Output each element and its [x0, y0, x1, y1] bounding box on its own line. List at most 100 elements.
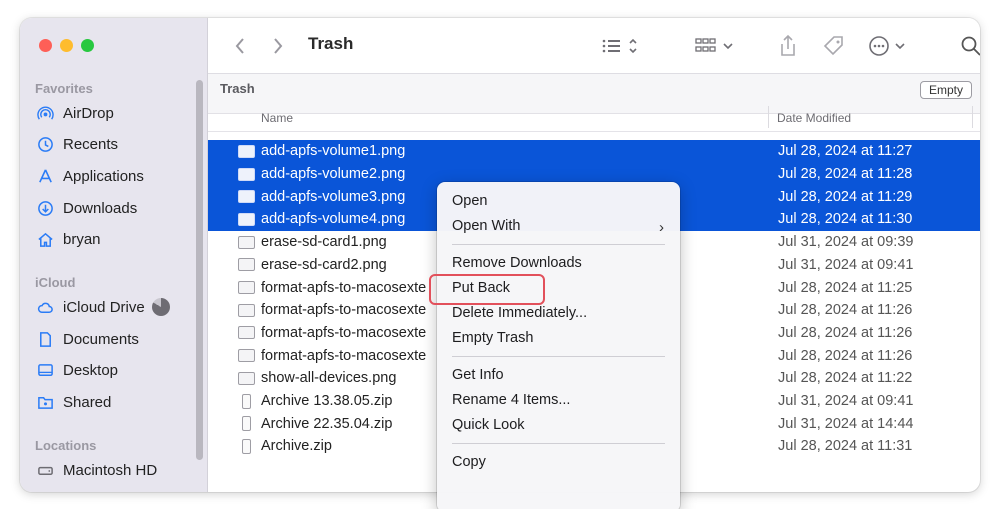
sidebar-item-desktop[interactable]: Desktop: [35, 358, 118, 382]
menu-separator: [452, 443, 665, 444]
context-menu: Open Open With › Remove Downloads Put Ba…: [437, 182, 680, 509]
sidebar-item-macintosh-hd[interactable]: Macintosh HD: [35, 458, 157, 482]
sidebar-item-label: Applications: [63, 167, 144, 185]
sidebar-item-documents[interactable]: Documents: [35, 327, 139, 351]
sidebar-item-applications[interactable]: Applications: [35, 164, 144, 188]
zoom-window-button[interactable]: [81, 39, 94, 52]
sidebar-item-label: Shared: [63, 393, 112, 411]
column-divider[interactable]: [972, 106, 973, 128]
file-name: format-apfs-to-macosexte: [261, 324, 427, 341]
file-date: Jul 28, 2024 at 11:26: [778, 324, 913, 341]
zip-file-icon: [242, 416, 251, 432]
disk-icon: [35, 461, 55, 479]
menu-item-open-with[interactable]: Open With: [452, 218, 521, 234]
image-file-icon: [238, 349, 255, 363]
menu-item-copy[interactable]: Copy: [452, 454, 486, 470]
sidebar-item-label: AirDrop: [63, 104, 114, 122]
window-title: Trash: [308, 34, 354, 53]
zip-file-icon: [242, 393, 251, 409]
tag-icon: [823, 36, 843, 56]
sidebar-section-icloud: iCloud: [35, 275, 76, 290]
action-menu-button[interactable]: [868, 34, 910, 58]
grid-icon: [695, 38, 733, 52]
image-file-icon: [238, 235, 255, 249]
sidebar-item-label: iCloud Drive: [63, 298, 145, 316]
file-date: Jul 31, 2024 at 09:41: [778, 393, 914, 410]
sidebar-item-label: Recents: [63, 135, 119, 153]
sidebar-scrollbar[interactable]: [196, 80, 203, 460]
file-row[interactable]: add-apfs-volume1.png Jul 28, 2024 at 11:…: [208, 140, 980, 163]
view-options-button[interactable]: [601, 34, 643, 58]
download-icon: [35, 199, 55, 217]
file-name: format-apfs-to-macosexte: [261, 279, 427, 296]
close-window-button[interactable]: [39, 39, 52, 52]
put-back-highlight: [429, 274, 545, 305]
menu-item-delete-immediately[interactable]: Delete Immediately...: [452, 305, 587, 321]
image-file-icon: [238, 212, 255, 226]
file-name: erase-sd-card1.png: [261, 234, 387, 251]
file-name: show-all-devices.png: [261, 370, 397, 387]
file-date: Jul 28, 2024 at 11:26: [778, 347, 913, 364]
header-divider: [208, 131, 980, 132]
forward-button[interactable]: [272, 34, 284, 58]
sidebar: Favorites AirDrop Recents Applications D…: [20, 18, 208, 492]
location-label: Trash: [220, 81, 255, 96]
image-file-icon: [238, 303, 255, 317]
menu-item-rename[interactable]: Rename 4 Items...: [452, 392, 570, 408]
file-name: erase-sd-card2.png: [261, 256, 387, 273]
file-name: Archive 22.35.04.zip: [261, 415, 393, 432]
document-icon: [35, 330, 55, 348]
tags-button[interactable]: [822, 34, 846, 58]
menu-item-get-info[interactable]: Get Info: [452, 367, 504, 383]
more-icon: [869, 36, 905, 56]
sidebar-item-label: bryan: [63, 230, 101, 248]
sidebar-item-label: Desktop: [63, 361, 119, 379]
applications-icon: [35, 167, 55, 185]
sidebar-item-recents[interactable]: Recents: [35, 132, 118, 156]
sidebar-item-icloud-drive[interactable]: iCloud Drive: [35, 295, 145, 319]
file-date: Jul 31, 2024 at 09:39: [778, 234, 914, 251]
search-button[interactable]: [960, 34, 980, 58]
column-header-date[interactable]: Date Modified: [777, 111, 851, 125]
sidebar-item-shared[interactable]: Shared: [35, 390, 111, 414]
back-button[interactable]: [234, 34, 246, 58]
menu-item-open[interactable]: Open: [452, 193, 487, 209]
file-date: Jul 28, 2024 at 11:27: [778, 143, 913, 160]
column-header-name[interactable]: Name: [261, 111, 293, 125]
minimize-window-button[interactable]: [60, 39, 73, 52]
list-view-icon: [602, 38, 637, 54]
chevron-left-icon: [235, 38, 244, 54]
desktop-icon: [35, 361, 55, 379]
image-file-icon: [238, 281, 255, 295]
file-date: Jul 28, 2024 at 11:26: [778, 302, 913, 319]
sidebar-item-label: Downloads: [63, 199, 138, 217]
file-date: Jul 31, 2024 at 09:41: [778, 256, 914, 273]
menu-item-empty-trash[interactable]: Empty Trash: [452, 330, 533, 346]
chevron-right-icon: ›: [659, 219, 664, 236]
sidebar-item-downloads[interactable]: Downloads: [35, 196, 137, 220]
zip-file-icon: [242, 438, 251, 454]
sidebar-item-airdrop[interactable]: AirDrop: [35, 101, 114, 125]
file-name: add-apfs-volume1.png: [261, 143, 406, 160]
empty-trash-button[interactable]: Empty: [919, 81, 972, 99]
group-button[interactable]: [695, 34, 737, 58]
home-icon: [35, 230, 55, 248]
image-file-icon: [238, 326, 255, 340]
file-date: Jul 28, 2024 at 11:22: [778, 370, 913, 387]
sidebar-item-bryan[interactable]: bryan: [35, 227, 101, 251]
menu-item-remove-downloads[interactable]: Remove Downloads: [452, 255, 582, 271]
cloud-icon: [35, 298, 55, 316]
image-file-icon: [238, 167, 255, 181]
column-divider[interactable]: [768, 106, 769, 128]
file-date: Jul 28, 2024 at 11:30: [778, 211, 913, 228]
menu-separator: [452, 244, 665, 245]
share-icon: [781, 34, 795, 56]
search-icon: [961, 36, 980, 56]
image-file-icon: [238, 371, 255, 385]
sidebar-item-label: Macintosh HD: [63, 461, 158, 479]
storage-usage-icon: [152, 298, 170, 316]
menu-item-quick-look[interactable]: Quick Look: [452, 417, 525, 433]
share-button[interactable]: [778, 34, 798, 58]
file-date: Jul 28, 2024 at 11:31: [778, 438, 913, 455]
path-bar: Trash Empty Name: [208, 74, 980, 125]
